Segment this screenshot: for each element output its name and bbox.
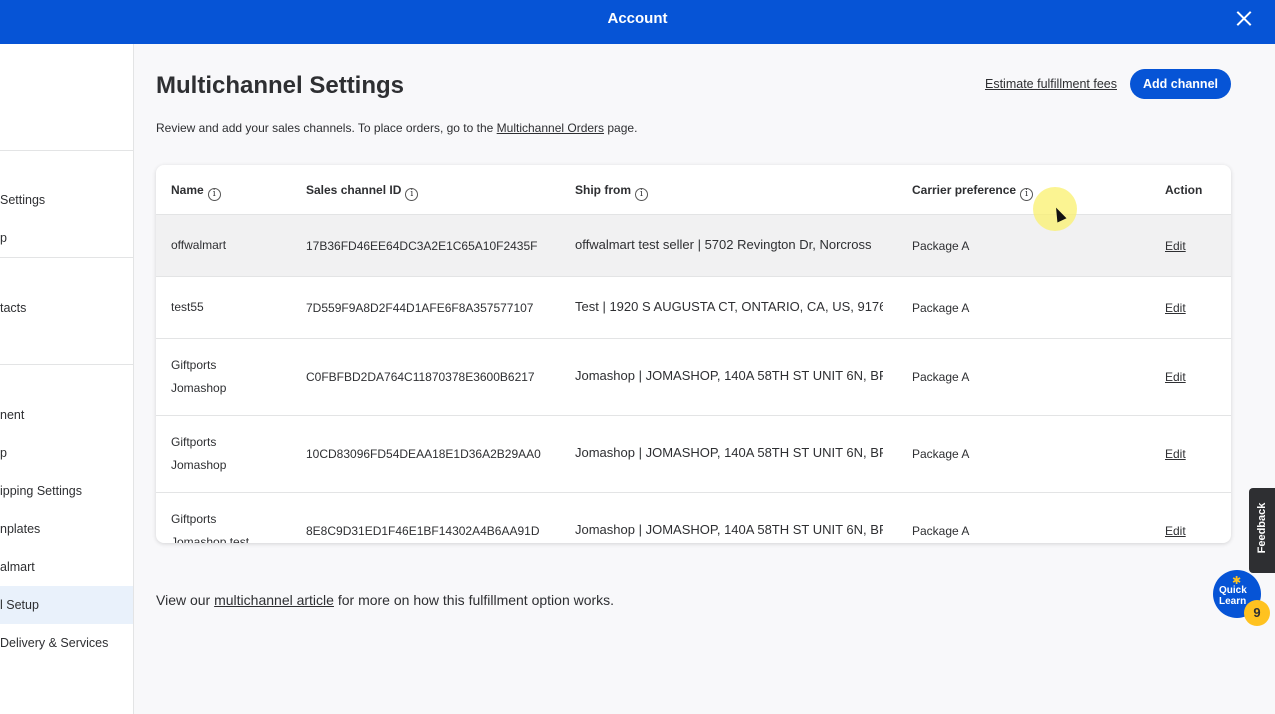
cell-ship-from: Jomashop | JOMASHOP, 140A 58TH ST UNIT 6… xyxy=(575,522,883,537)
edit-link[interactable]: Edit xyxy=(1165,524,1186,538)
header-label: Sales channel ID xyxy=(306,183,402,197)
sidebar-divider xyxy=(0,257,133,258)
info-icon[interactable]: i xyxy=(635,188,648,201)
footer-text: View our xyxy=(156,592,215,608)
edit-link[interactable]: Edit xyxy=(1165,301,1186,315)
sidebar-item-label: almart xyxy=(0,560,35,574)
cell-sales-channel-id: 7D559F9A8D2F44D1AFE6F8A357577107 xyxy=(306,301,534,315)
edit-link[interactable]: Edit xyxy=(1165,447,1186,461)
info-icon[interactable]: i xyxy=(1020,188,1034,201)
description-text: page. xyxy=(604,121,638,135)
header-label: Ship from xyxy=(575,183,631,197)
sidebar-item-shipping-settings[interactable]: ipping Settings xyxy=(0,472,133,510)
sidebar-item-multichannel-setup[interactable]: l Setup xyxy=(0,586,133,624)
cell-ship-from: Jomashop | JOMASHOP, 140A 58TH ST UNIT 6… xyxy=(575,368,883,383)
cell-sales-channel-id: 8E8C9D31ED1F46E1BF14302A4B6AA91D xyxy=(306,524,540,538)
cell-sales-channel-id: C0FBFBD2DA764C11870378E3600B6217 xyxy=(306,370,535,384)
sidebar-item-label: tacts xyxy=(0,301,27,315)
cell-sales-channel-id: 10CD83096FD54DEAA18E1D36A2B29AA0 xyxy=(306,447,541,461)
cell-carrier: Package A xyxy=(912,301,970,315)
edit-link[interactable]: Edit xyxy=(1165,370,1186,384)
sidebar-divider xyxy=(0,364,133,365)
estimate-fees-link[interactable]: Estimate fulfillment fees xyxy=(985,77,1117,91)
footer-text: for more on how this fulfillment option … xyxy=(333,592,615,608)
cell-ship-from: offwalmart test seller | 5702 Revington … xyxy=(575,237,872,252)
top-bar: Account xyxy=(0,0,1275,44)
table-row[interactable]: Giftports Jomashop C0FBFBD2DA764C1187037… xyxy=(156,339,1231,416)
sidebar-item[interactable]: p xyxy=(0,219,133,257)
sidebar-item-label: p xyxy=(0,446,7,460)
sidebar-item-label: Delivery & Services xyxy=(0,636,109,650)
cell-ship-from: Jomashop | JOMASHOP, 140A 58TH ST UNIT 6… xyxy=(575,445,883,460)
cell-name: Giftports Jomashop test xyxy=(171,512,250,543)
close-icon[interactable] xyxy=(1233,8,1255,30)
footer-note: View our multichannel article for more o… xyxy=(156,592,614,608)
column-header-name: Name i xyxy=(171,183,221,201)
sidebar-item-templates[interactable]: nplates xyxy=(0,510,133,548)
quick-learn-badge: 9 xyxy=(1244,600,1270,626)
cell-ship-from: Test | 1920 S AUGUSTA CT, ONTARIO, CA, U… xyxy=(575,299,883,314)
cell-carrier: Package A xyxy=(912,524,970,538)
sidebar-item-walmart[interactable]: almart xyxy=(0,548,133,586)
cell-name: Giftports Jomashop xyxy=(171,435,227,472)
multichannel-article-link[interactable]: multichannel article xyxy=(214,592,334,608)
sidebar-item-label: l Setup xyxy=(0,598,39,612)
cell-name: Giftports Jomashop xyxy=(171,358,227,395)
sidebar-divider xyxy=(0,150,133,151)
sidebar-item-settings[interactable]: Settings xyxy=(0,181,133,219)
page-description: Review and add your sales channels. To p… xyxy=(156,121,637,135)
main-content: Multichannel Settings Estimate fulfillme… xyxy=(134,44,1275,714)
sidebar-item-label: nent xyxy=(0,408,25,422)
edit-link[interactable]: Edit xyxy=(1165,239,1186,253)
table-row[interactable]: Giftports Jomashop test 8E8C9D31ED1F46E1… xyxy=(156,493,1231,543)
column-header-ship-from: Ship from i xyxy=(575,183,648,201)
feedback-label: Feedback xyxy=(1256,502,1268,554)
cell-name: offwalmart xyxy=(171,238,227,252)
table-row[interactable]: test55 7D559F9A8D2F44D1AFE6F8A357577107 … xyxy=(156,277,1231,339)
sidebar: Settings p tacts nent p ipping Settings … xyxy=(0,44,134,714)
cell-carrier: Package A xyxy=(912,239,970,253)
column-header-carrier-preference: Carrier preference i xyxy=(912,183,1034,201)
page-header-title: Account xyxy=(607,10,668,27)
cell-name: test55 xyxy=(171,300,204,314)
sidebar-item-delivery-services[interactable]: Delivery & Services xyxy=(0,624,133,662)
column-header-sales-channel-id: Sales channel ID i xyxy=(306,183,419,201)
description-text: Review and add your sales channels. To p… xyxy=(156,121,497,135)
add-channel-button[interactable]: Add channel xyxy=(1130,69,1231,99)
sidebar-item-label: Settings xyxy=(0,193,46,207)
header-label: Name xyxy=(171,183,204,197)
sidebar-item-management[interactable]: nent xyxy=(0,396,133,434)
info-icon[interactable]: i xyxy=(405,188,419,201)
header-label: Carrier preference xyxy=(912,183,1017,197)
sidebar-item-label: p xyxy=(0,231,7,245)
sidebar-item[interactable]: p xyxy=(0,434,133,472)
table-row[interactable]: Giftports Jomashop 10CD83096FD54DEAA18E1… xyxy=(156,416,1231,493)
cell-carrier: Package A xyxy=(912,447,970,461)
sidebar-item-label: ipping Settings xyxy=(0,484,83,498)
page-title: Multichannel Settings xyxy=(156,72,405,99)
column-header-action: Action xyxy=(1165,183,1203,197)
info-icon[interactable]: i xyxy=(207,188,221,201)
sidebar-item-contacts[interactable]: tacts xyxy=(0,289,133,327)
sidebar-item-label: nplates xyxy=(0,522,41,536)
cell-sales-channel-id: 17B36FD46EE64DC3A2E1C65A10F2435F xyxy=(306,239,538,253)
multichannel-orders-link[interactable]: Multichannel Orders xyxy=(497,121,604,135)
feedback-button[interactable]: Feedback xyxy=(1249,488,1275,573)
cell-carrier: Package A xyxy=(912,370,970,384)
